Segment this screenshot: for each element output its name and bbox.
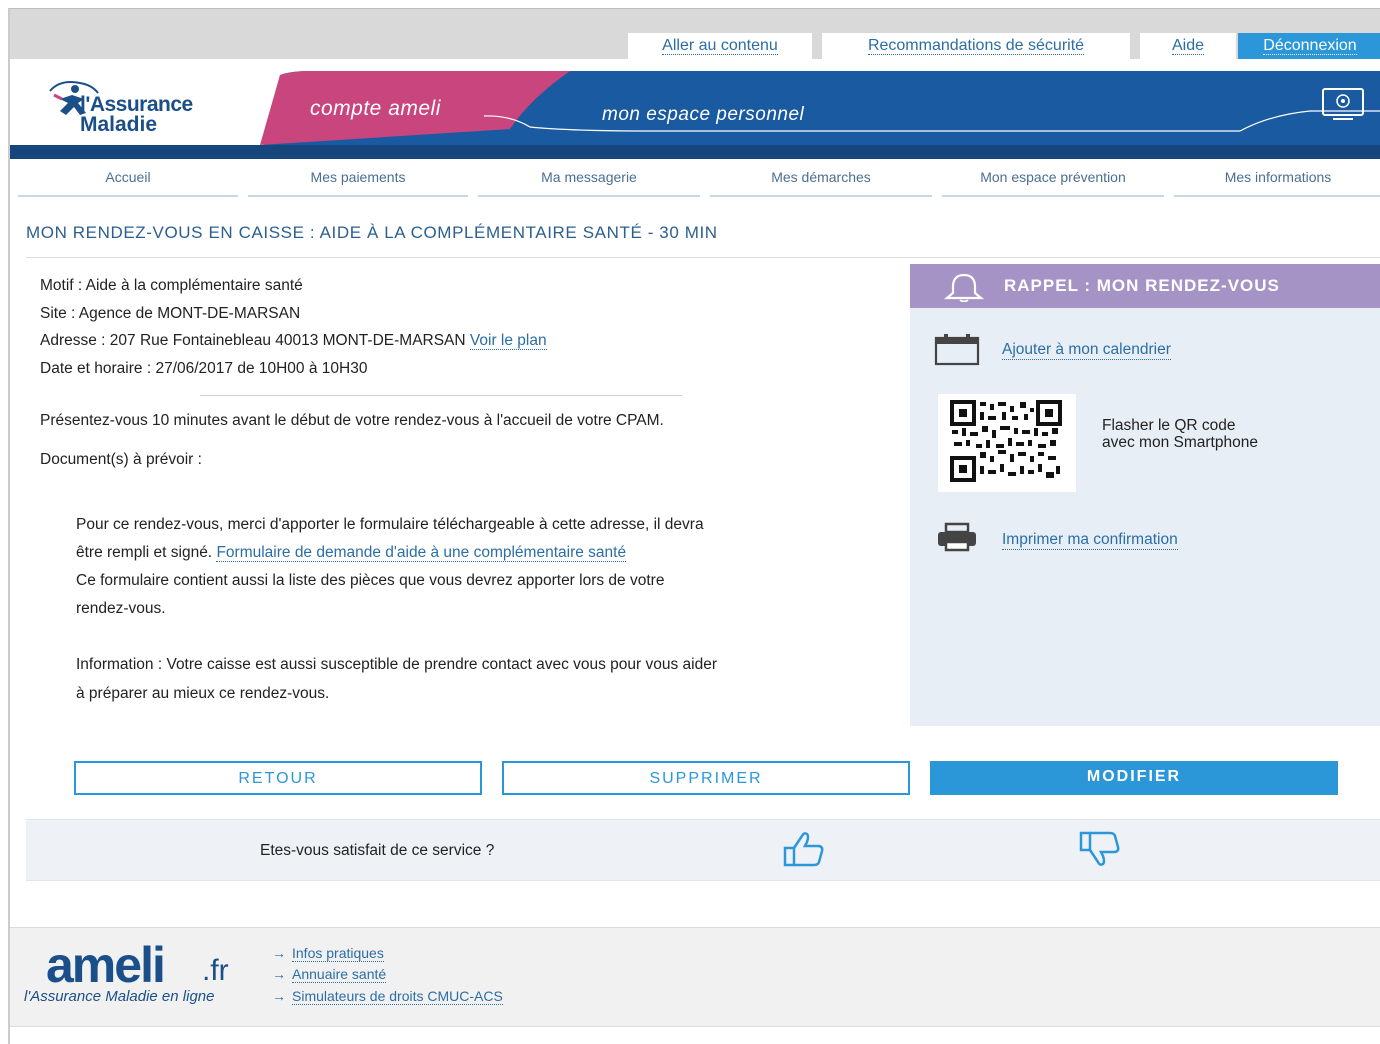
nav-item-messagerie[interactable]: Ma messagerie: [478, 169, 700, 197]
title-divider: [26, 257, 1380, 258]
ameli-logo-suffix: .fr: [202, 954, 229, 987]
motif-text: Motif : Aide à la complémentaire santé: [40, 277, 303, 294]
security-recommendations-label: Recommandations de sécurité: [867, 37, 1085, 55]
site-text: Site : Agence de MONT-DE-MARSAN: [40, 305, 301, 322]
footer-link-simulateurs[interactable]: → Simulateurs de droits CMUC-ACS: [272, 988, 503, 1005]
thumbs-down-icon[interactable]: [1078, 830, 1122, 868]
arrow-right-icon: →: [272, 966, 286, 982]
thumbs-up-icon[interactable]: [782, 830, 826, 868]
satisfaction-question: Etes-vous satisfait de ce service ?: [260, 842, 495, 859]
screen-icon[interactable]: [1320, 87, 1366, 121]
add-to-calendar-link[interactable]: Ajouter à mon calendrier: [1002, 341, 1171, 360]
supprimer-button[interactable]: SUPPRIMER: [502, 761, 910, 795]
header-banner: l'Assurance Maladie compte ameli mon esp…: [10, 59, 1380, 159]
information-text: Information : Votre caisse est aussi sus…: [76, 650, 717, 708]
form-instructions: Pour ce rendez-vous, merci d'apporter le…: [76, 511, 704, 623]
qr-code-icon: [950, 400, 1062, 482]
retour-button[interactable]: RETOUR: [74, 761, 482, 795]
modifier-button[interactable]: MODIFIER: [930, 761, 1338, 795]
skip-to-content-label: Aller au contenu: [662, 37, 778, 55]
form-line-2: être rempli et signé. Formulaire de dema…: [76, 539, 704, 567]
reminder-header: RAPPEL : MON RENDEZ-VOUS: [910, 264, 1380, 308]
nav-item-paiements[interactable]: Mes paiements: [248, 169, 468, 197]
form-line-2-text: être rempli et signé.: [76, 544, 213, 561]
printer-icon: [938, 522, 976, 552]
footer: ameli .fr l'Assurance Maladie en ligne →…: [10, 927, 1380, 1027]
footer-link-annuaire-label: Annuaire santé: [292, 966, 387, 983]
reminder-title: RAPPEL : MON RENDEZ-VOUS: [1004, 276, 1280, 295]
logo-text-line2: Maladie: [80, 113, 158, 136]
arrow-right-icon: →: [272, 945, 286, 961]
calendar-icon: [934, 334, 980, 366]
compte-ameli-label: compte ameli: [310, 97, 441, 120]
qr-line-2: avec mon Smartphone: [1102, 434, 1258, 451]
date-text: Date et horaire : 27/06/2017 de 10H00 à …: [40, 360, 368, 377]
information-line-1: Information : Votre caisse est aussi sus…: [76, 656, 718, 673]
logout-label: Déconnexion: [1263, 37, 1357, 55]
presentez-text: Présentez-vous 10 minutes avant le début…: [40, 412, 664, 429]
formulaire-link[interactable]: Formulaire de demande d'aide à une compl…: [216, 544, 627, 562]
ameli-tagline: l'Assurance Maladie en ligne: [24, 988, 215, 1005]
print-confirmation-link[interactable]: Imprimer ma confirmation: [1002, 531, 1178, 550]
espace-personnel-label: mon espace personnel: [602, 104, 805, 125]
documents-label: Document(s) à prévoir :: [40, 451, 202, 468]
help-label: Aide: [1171, 37, 1205, 55]
page-title: MON RENDEZ-VOUS EN CAISSE : AIDE À LA CO…: [26, 223, 718, 242]
main-nav: Accueil Mes paiements Ma messagerie Mes …: [10, 159, 1380, 201]
footer-link-infos-label: Infos pratiques: [292, 945, 384, 962]
voir-plan-link[interactable]: Voir le plan: [469, 332, 547, 350]
nav-item-informations[interactable]: Mes informations: [1174, 169, 1380, 197]
form-line-1: Pour ce rendez-vous, merci d'apporter le…: [76, 516, 704, 533]
reminder-panel: RAPPEL : MON RENDEZ-VOUS Ajouter à mon c…: [910, 264, 1380, 726]
page: Aller au contenu Recommandations de sécu…: [8, 8, 1380, 1044]
bell-icon: [943, 273, 985, 302]
nav-item-demarches[interactable]: Mes démarches: [710, 169, 932, 197]
top-utility-bar: Aller au contenu Recommandations de sécu…: [10, 9, 1380, 59]
satisfaction-bar: Etes-vous satisfait de ce service ?: [26, 819, 1380, 881]
nav-item-accueil[interactable]: Accueil: [18, 169, 238, 197]
form-line-4: rendez-vous.: [76, 600, 166, 617]
form-line-3: Ce formulaire contient aussi la liste de…: [76, 572, 665, 589]
details-divider: [200, 395, 682, 396]
arrow-right-icon: →: [272, 988, 286, 1004]
nav-item-prevention[interactable]: Mon espace prévention: [942, 169, 1164, 197]
skip-to-content-link[interactable]: Aller au contenu: [628, 33, 812, 59]
footer-link-annuaire[interactable]: → Annuaire santé: [272, 966, 387, 983]
security-recommendations-link[interactable]: Recommandations de sécurité: [822, 33, 1130, 59]
help-link[interactable]: Aide: [1140, 33, 1236, 59]
address-line: Adresse : 207 Rue Fontainebleau 40013 MO…: [40, 332, 547, 350]
address-text: Adresse : 207 Rue Fontainebleau 40013 MO…: [40, 332, 466, 349]
qr-instructions: Flasher le QR code avec mon Smartphone: [1102, 417, 1362, 451]
information-line-2: à préparer au mieux ce rendez-vous.: [76, 685, 330, 702]
qr-line-1: Flasher le QR code: [1102, 417, 1236, 434]
footer-link-infos[interactable]: → Infos pratiques: [272, 945, 384, 962]
logout-button[interactable]: Déconnexion: [1238, 33, 1380, 59]
qr-code-box: [938, 394, 1076, 492]
footer-link-simulateurs-label: Simulateurs de droits CMUC-ACS: [292, 988, 503, 1005]
ameli-logo-text[interactable]: ameli: [46, 936, 166, 994]
